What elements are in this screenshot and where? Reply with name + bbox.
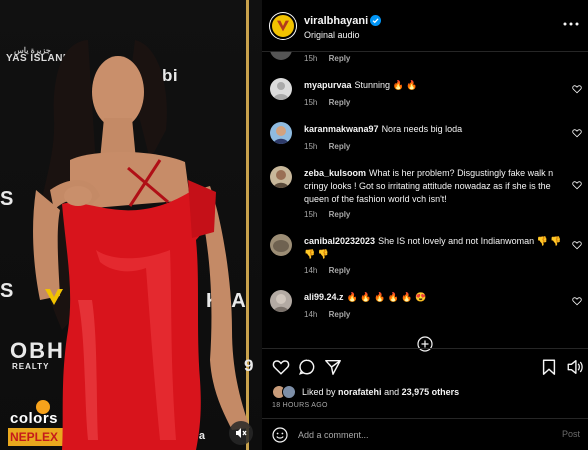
post-comment-button[interactable]: Post: [562, 429, 580, 439]
reply-button[interactable]: Reply: [329, 98, 351, 107]
comment-avatar[interactable]: [270, 290, 292, 312]
comment-username[interactable]: canibal20232023: [304, 236, 375, 246]
comments-list[interactable]: 15h Reply myapurvaa Stunning 🔥 🔥 15h Repl…: [262, 52, 588, 347]
comment-time: 15h: [304, 210, 318, 219]
reply-button[interactable]: Reply: [329, 142, 351, 151]
comment-meta: 14h Reply: [304, 266, 350, 275]
post-timestamp: 18 HOURS AGO: [272, 402, 328, 409]
heart-icon[interactable]: [572, 84, 582, 94]
comment-avatar[interactable]: [270, 234, 292, 256]
likes-middle: and: [384, 387, 400, 397]
post-details-panel: viralbhayani Original audio 15h Reply my…: [262, 0, 588, 450]
viralbhayani-logo-icon: [277, 20, 289, 32]
comment-meta: 15h Reply: [304, 54, 350, 63]
woman-in-red-dress-figure: [33, 40, 250, 450]
likes-summary[interactable]: Liked by norafatehi and 23,975 others: [262, 382, 588, 402]
comment-time: 15h: [304, 54, 318, 63]
heart-icon[interactable]: [572, 296, 582, 306]
comment-body: ali99.24.z 🔥 🔥 🔥 🔥 🔥 😍: [304, 291, 562, 304]
comment-text: Stunning 🔥 🔥: [354, 80, 418, 90]
speaker-muted-icon: [236, 428, 247, 438]
mute-toggle-button[interactable]: [229, 421, 253, 445]
comment-text: Nora needs big loda: [381, 124, 463, 134]
comment-avatar[interactable]: [270, 166, 292, 188]
comment-body: zeba_kulsoom What is her problem? Disgust…: [304, 167, 562, 206]
share-paper-plane-icon[interactable]: [324, 358, 342, 376]
volume-icon[interactable]: [566, 358, 584, 376]
comment-meta: 15h Reply: [304, 142, 350, 151]
more-options-icon[interactable]: [562, 18, 580, 30]
author-avatar[interactable]: [270, 13, 296, 39]
comment-avatar[interactable]: [270, 122, 292, 144]
user-silhouette-icon: [273, 82, 289, 100]
comment-time: 15h: [304, 98, 318, 107]
comment-avatar[interactable]: [270, 78, 292, 100]
likes-user[interactable]: norafatehi: [338, 387, 382, 397]
comment-time: 14h: [304, 310, 318, 319]
comment-username[interactable]: karanmakwana97: [304, 124, 379, 134]
comment-meta: 15h Reply: [304, 210, 350, 219]
comment-username[interactable]: ali99.24.z: [304, 292, 344, 302]
comment-time: 15h: [304, 142, 318, 151]
emoji-icon[interactable]: [272, 427, 288, 443]
comment-body: myapurvaa Stunning 🔥 🔥: [304, 79, 562, 92]
heart-icon[interactable]: [572, 128, 582, 138]
post-actions-bar: [262, 348, 588, 382]
audio-label[interactable]: Original audio: [304, 30, 360, 40]
comment-bubble-icon[interactable]: [298, 358, 316, 376]
reply-button[interactable]: Reply: [329, 266, 351, 275]
author-username[interactable]: viralbhayani: [304, 15, 368, 27]
heart-icon[interactable]: [572, 180, 582, 190]
comment-text: 🔥 🔥 🔥 🔥 🔥 😍: [346, 292, 427, 302]
comment-input[interactable]: [298, 427, 538, 443]
comment-username[interactable]: myapurvaa: [304, 80, 352, 90]
likes-count[interactable]: 23,975 others: [402, 387, 460, 397]
comment-body: karanmakwana97 Nora needs big loda: [304, 123, 562, 136]
comment-body: canibal20232023 She IS not lovely and not…: [304, 235, 562, 261]
user-photo-icon: [273, 126, 289, 144]
comment-partial: 15h Reply: [262, 52, 588, 66]
heart-icon[interactable]: [572, 240, 582, 250]
like-heart-icon[interactable]: [272, 358, 290, 376]
reply-button[interactable]: Reply: [329, 54, 351, 63]
post-media[interactable]: جزيرة ياس YAS ISLAND abi S S K A OBH REA…: [0, 0, 262, 450]
viralbhayani-watermark-icon: [45, 289, 63, 305]
add-comment-bar: Post: [262, 418, 588, 450]
liker-avatar: [282, 385, 296, 399]
comment-username[interactable]: zeba_kulsoom: [304, 168, 366, 178]
user-photo-icon: [273, 240, 289, 252]
likes-prefix: Liked by: [302, 387, 336, 397]
comment-meta: 15h Reply: [304, 98, 350, 107]
reply-button[interactable]: Reply: [329, 310, 351, 319]
comment-meta: 14h Reply: [304, 310, 350, 319]
verified-badge-icon: [370, 15, 381, 26]
likes-text: Liked by norafatehi and 23,975 others: [302, 387, 459, 397]
save-bookmark-icon[interactable]: [540, 358, 558, 376]
reply-button[interactable]: Reply: [329, 210, 351, 219]
comment-avatar[interactable]: [270, 52, 292, 60]
comment-time: 14h: [304, 266, 318, 275]
user-photo-icon: [273, 294, 289, 312]
user-photo-icon: [273, 170, 289, 188]
post-header: viralbhayani Original audio: [262, 0, 588, 52]
